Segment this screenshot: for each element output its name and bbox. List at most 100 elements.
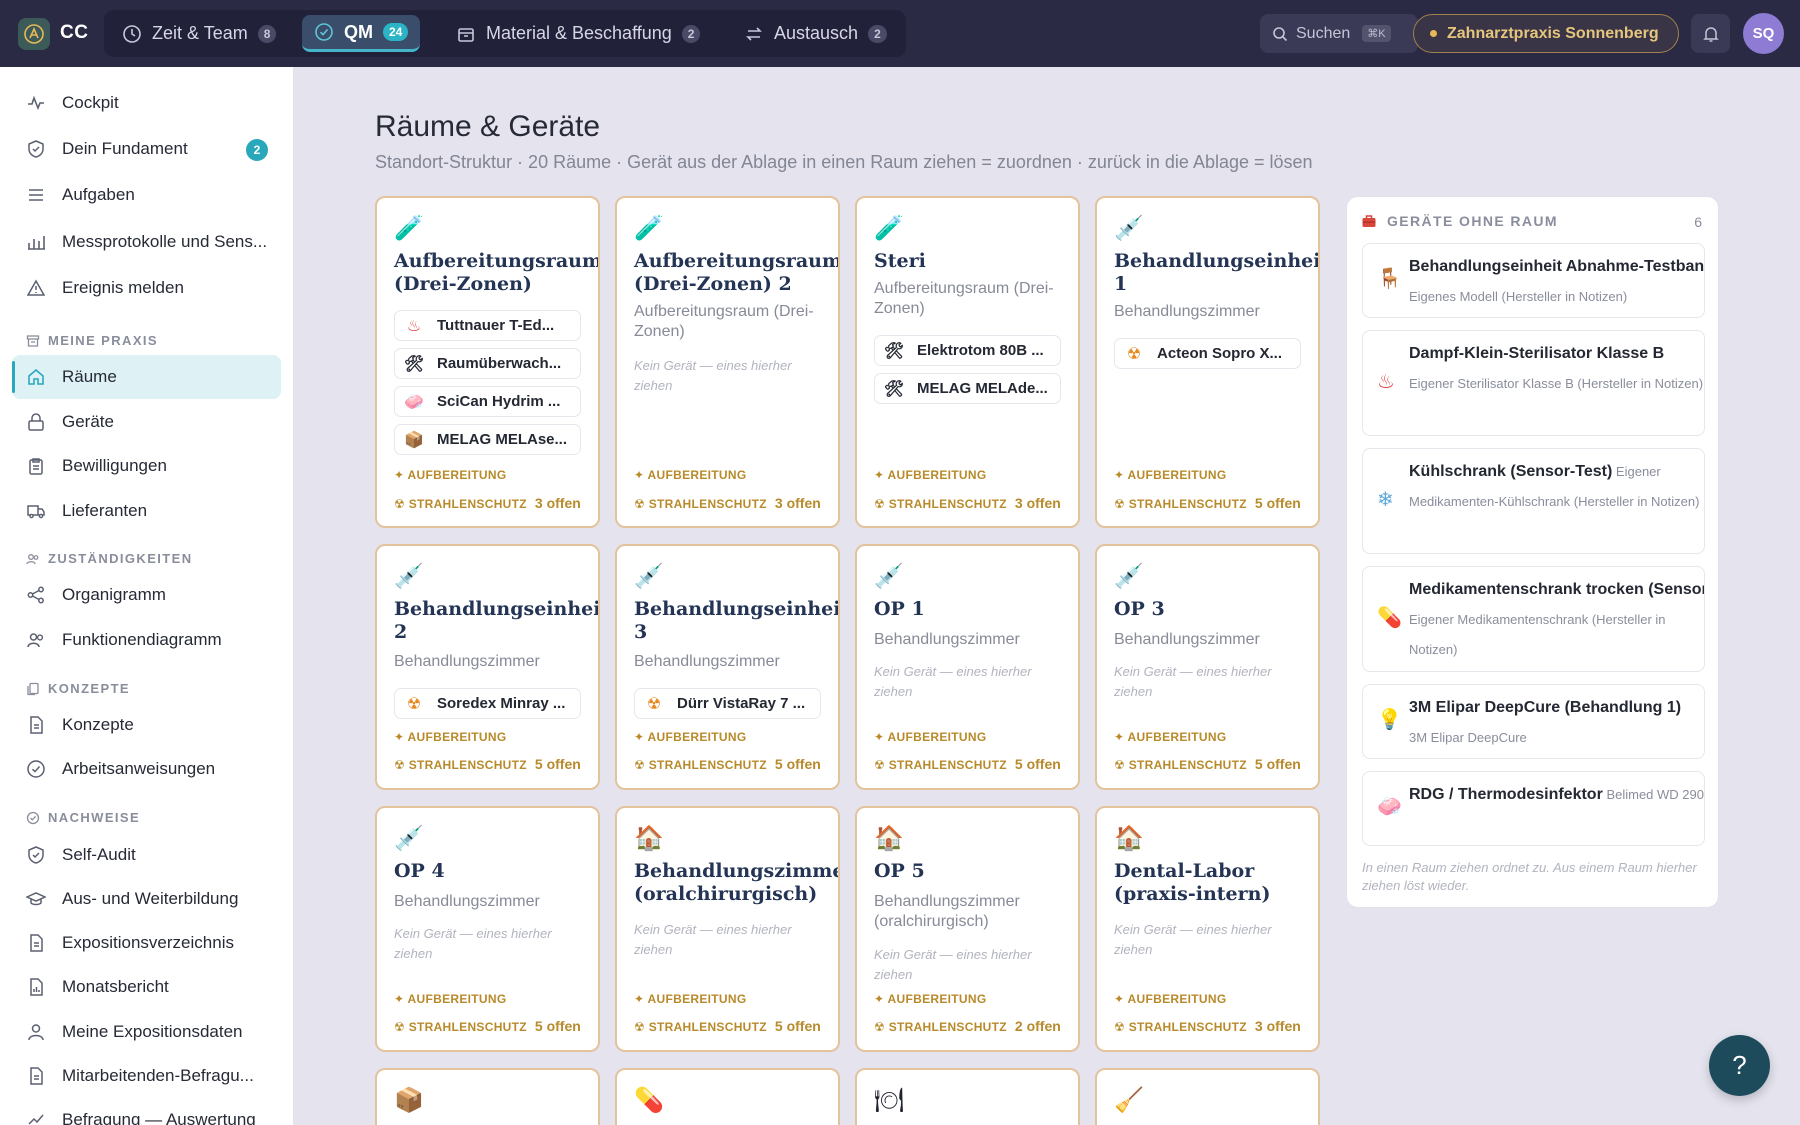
room-card[interactable]: 🧹 [1095,1068,1320,1125]
room-card[interactable]: 💉 OP 1 Behandlungszimmer Kein Gerät — ei… [855,544,1080,790]
bar-chart-icon [28,236,45,250]
soap-icon: 🧼 [1377,796,1402,818]
open-count: 5 offen [1014,756,1061,772]
tag-label: ☢ STRAHLENSCHUTZ [874,1020,1007,1034]
room-name: OP 3 [1114,598,1165,620]
room-card[interactable]: 🏠 Behandlungszimmer (oralchirurgisch) Ke… [615,806,840,1052]
lightbulb-icon: 💡 [1377,709,1402,731]
sidebar-item-aufgaben[interactable]: Aufgaben [12,173,281,217]
sidebar-item-ereignis-melden[interactable]: Ereignis melden [12,266,281,310]
open-count: 5 offen [774,1018,821,1034]
room-card[interactable]: 🧪 Aufbereitungsraum (Drei-Zonen) 2 Aufbe… [615,196,840,528]
device-chip[interactable]: ♨ Tuttnauer T-Ed... [394,310,581,341]
device-desc: Belimed WD 290 [1606,787,1704,802]
unassigned-devices-panel: GERÄTE OHNE RAUM 6 🪑 Behandlungseinheit … [1346,196,1719,908]
device-chip[interactable]: 🛠 Raumüberwach... [394,348,581,379]
device-text: Medikamentenschrank trocken (Sensor-Test… [1409,575,1704,665]
user-avatar[interactable]: SQ [1743,13,1784,54]
device-name: MELAG MELAde... [917,380,1048,397]
sidebar-item-self-audit[interactable]: Self-Audit [12,833,281,877]
device-item[interactable]: 💊 Medikamentenschrank trocken (Sensor-Te… [1362,566,1705,672]
room-card[interactable]: 🏠 OP 5 Behandlungszimmer (oralchirurgisc… [855,806,1080,1052]
room-type: Behandlungszimmer [1114,631,1260,648]
tab-qm[interactable]: QM 24 [302,15,421,52]
sidebar-item-geraete[interactable]: Geräte [12,400,281,444]
sidebar-item-lieferanten[interactable]: Lieferanten [12,489,281,533]
tag-aufbereitung: ✦ AUFBEREITUNG [874,992,987,1006]
room-card[interactable]: 🍽 [855,1068,1080,1125]
device-chip[interactable]: ☢ Soredex Minray ... [394,688,581,719]
sidebar-item-bewilligungen[interactable]: Bewilligungen [12,444,281,488]
device-name: MELAG MELAse... [437,431,568,448]
tab-material-beschaffung[interactable]: Material & Beschaffung 2 [444,15,712,52]
home-icon [28,368,44,385]
sidebar-item-aus-weiterbildung[interactable]: Aus- und Weiterbildung [12,877,281,921]
device-item[interactable]: 💡 3M Elipar DeepCure (Behandlung 1) 3M E… [1362,684,1705,759]
house-icon: 🏠 [874,825,904,852]
room-card[interactable]: 💉 OP 4 Behandlungszimmer Kein Gerät — ei… [375,806,600,1052]
sidebar-item-label: Expositionsverzeichnis [62,933,234,952]
tag-label: ☢ STRAHLENSCHUTZ [634,497,767,511]
empty-drop-hint: Kein Gerät — eines hierher ziehen [634,358,792,393]
sidebar-item-meine-expositionsdaten[interactable]: Meine Expositionsdaten [12,1010,281,1054]
device-chip[interactable]: 🛠 Elektrotom 80B ... [874,335,1061,366]
device-item[interactable]: 🪑 Behandlungseinheit Abnahme-Testbank Ei… [1362,243,1705,318]
sidebar-item-arbeitsanweisungen[interactable]: Arbeitsanweisungen [12,747,281,791]
practice-selector[interactable]: Zahnarztpraxis Sonnenberg [1413,14,1679,53]
device-title: Kühlschrank (Sensor-Test) [1409,463,1613,480]
room-card[interactable]: 🧪 Steri Aufbereitungsraum (Drei-Zonen) 🛠… [855,196,1080,528]
sidebar-item-label: Cockpit [62,93,119,112]
room-type: Behandlungszimmer [394,893,540,910]
sidebar-item-konzepte[interactable]: Konzepte [12,703,281,747]
sidebar-item-dein-fundament[interactable]: Dein Fundament 2 [12,127,281,171]
device-chip[interactable]: 🛠 MELAG MELAde... [874,373,1061,404]
syringe-icon: 💉 [634,563,664,590]
swap-arrows-icon [744,24,764,44]
device-item[interactable]: ♨ Dampf-Klein-Sterilisator Klasse B Eige… [1362,330,1705,436]
document-icon [30,1067,43,1085]
tab-zeit-team[interactable]: Zeit & Team 8 [110,15,288,52]
device-chip[interactable]: ☢ Acteon Sopro X... [1114,338,1301,369]
sidebar-item-messprotokolle[interactable]: Messprotokolle und Sens... [12,220,281,264]
room-card[interactable]: 🏠 Dental-Labor (praxis-intern) Kein Gerä… [1095,806,1320,1052]
sidebar-item-organigramm[interactable]: Organigramm [12,573,281,617]
tab-count: 2 [681,24,701,43]
sidebar-item-label: Meine Expositionsdaten [62,1022,243,1041]
sidebar-item-mitarbeitenden-befragung[interactable]: Mitarbeitenden-Befragu... [12,1054,281,1098]
tag-strahlenschutz: ☢ STRAHLENSCHUTZ 5 offen [874,756,1061,772]
sidebar-item-befragung-auswertung[interactable]: Befragung — Auswertung [12,1098,281,1125]
room-card[interactable]: 💉 Behandlungseinheit 3 Behandlungszimmer… [615,544,840,790]
room-card[interactable]: 📦 [375,1068,600,1125]
tag-aufbereitung: ✦ AUFBEREITUNG [1114,468,1227,482]
empty-drop-hint: Kein Gerät — eines hierher ziehen [874,664,1032,699]
tag-label: ☢ STRAHLENSCHUTZ [394,758,527,772]
package-icon: 📦 [404,431,424,449]
section-nachweise: NACHWEISE [26,810,140,825]
sidebar-item-funktionendiagramm[interactable]: Funktionendiagramm [12,618,281,662]
notifications-button[interactable] [1691,14,1730,53]
room-card[interactable]: 💉 OP 3 Behandlungszimmer Kein Gerät — ei… [1095,544,1320,790]
tab-austausch[interactable]: Austausch 2 [732,15,899,52]
sidebar-item-label: Dein Fundament [62,139,188,158]
sidebar-item-raeume[interactable]: Räume [12,355,281,399]
device-item[interactable]: 🧼 RDG / Thermodesinfektor Belimed WD 290 [1362,771,1705,846]
room-card[interactable]: 💊 [615,1068,840,1125]
help-button[interactable]: ? [1709,1035,1770,1096]
search-button[interactable]: Suchen ⌘K [1260,14,1418,53]
room-name: OP 4 [394,860,445,882]
app-logo[interactable] [18,18,50,50]
sidebar-item-expositionsverzeichnis[interactable]: Expositionsverzeichnis [12,921,281,965]
device-chip[interactable]: 📦 MELAG MELAse... [394,424,581,455]
device-item[interactable]: ❄ Kühlschrank (Sensor-Test) Eigener Medi… [1362,448,1705,554]
sidebar-item-label: Ereignis melden [62,278,184,297]
lock-icon [28,413,44,431]
sidebar-item-monatsbericht[interactable]: Monatsbericht [12,965,281,1009]
document-icon [30,934,43,952]
sidebar-item-label: Messprotokolle und Sens... [62,232,268,251]
device-chip[interactable]: 🧼 SciCan Hydrim ... [394,386,581,417]
room-card[interactable]: 💉 Behandlungseinheit 1 Behandlungszimmer… [1095,196,1320,528]
room-card[interactable]: 💉 Behandlungseinheit 2 Behandlungszimmer… [375,544,600,790]
device-chip[interactable]: ☢ Dürr VistaRay 7 ... [634,688,821,719]
sidebar-item-cockpit[interactable]: Cockpit [12,81,281,125]
room-card[interactable]: 🧪 Aufbereitungsraum (Drei-Zonen) ♨ Tuttna… [375,196,600,528]
